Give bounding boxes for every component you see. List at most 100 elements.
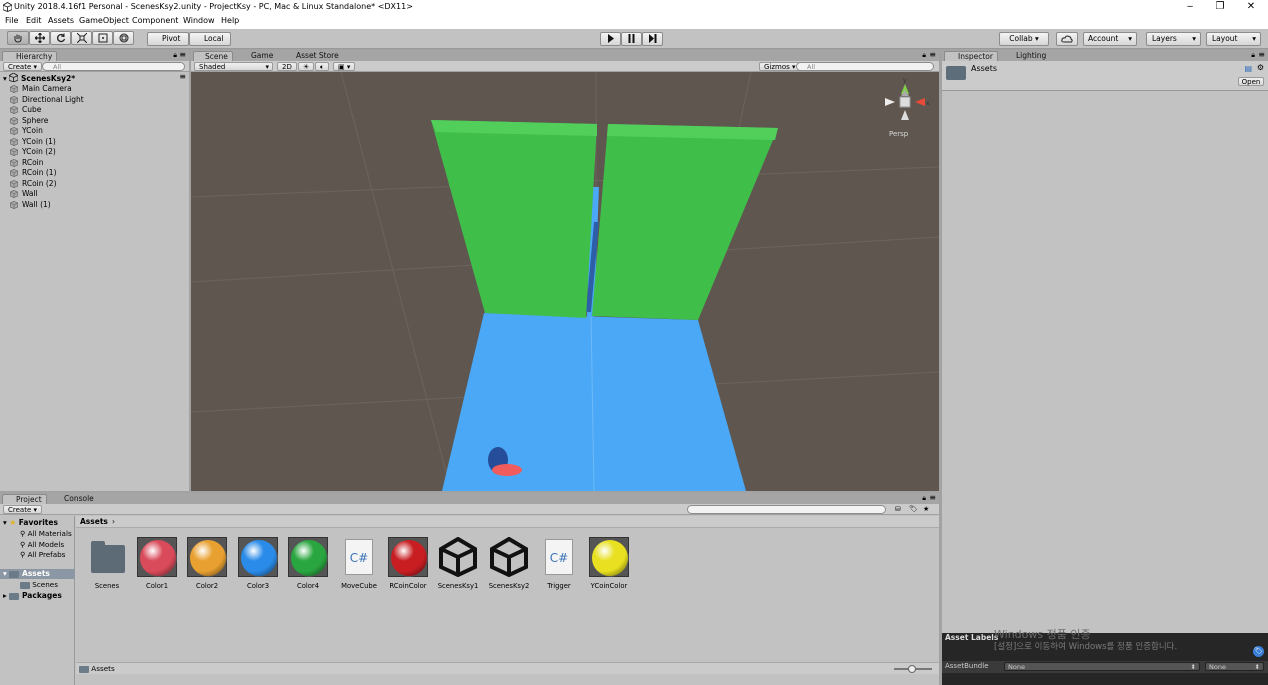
layout-dropdown[interactable]: Layout ▾: [1206, 32, 1261, 46]
hierarchy-item[interactable]: YCoin: [10, 126, 43, 136]
project-search-input[interactable]: [687, 505, 886, 514]
filter-by-label-icon[interactable]: 🏷︎: [909, 505, 918, 513]
asset-item[interactable]: Color3: [233, 537, 283, 590]
menu-gameobject[interactable]: GameObject: [79, 16, 129, 25]
scene-menu-icon[interactable]: ≡: [179, 72, 186, 81]
tab-inspector[interactable]: Inspector: [944, 51, 998, 61]
collab-button[interactable]: Collab ▾: [999, 32, 1049, 46]
orientation-gizmo[interactable]: y x Persp: [881, 76, 931, 140]
hierarchy-item[interactable]: Cube: [10, 105, 41, 115]
assets-node[interactable]: ▾ Assets: [0, 569, 75, 579]
persp-label[interactable]: Persp: [889, 130, 908, 138]
open-button[interactable]: Open: [1238, 77, 1264, 86]
transform-tool-button[interactable]: [113, 31, 134, 45]
asset-item[interactable]: Color2: [182, 537, 232, 590]
restore-button[interactable]: ❐: [1210, 1, 1230, 12]
tab-lighting[interactable]: Lighting: [1003, 51, 1050, 61]
assetbundle-variant-dropdown[interactable]: None ⬍: [1205, 662, 1264, 671]
asset-item[interactable]: ScenesKsy2: [484, 537, 534, 590]
hierarchy-item[interactable]: Main Camera: [10, 84, 72, 94]
panel-menu-icon[interactable]: ≡: [929, 493, 936, 502]
lock-icon[interactable]: 🔒︎: [173, 51, 177, 60]
hierarchy-item[interactable]: Wall (1): [10, 200, 51, 210]
project-create-button[interactable]: Create ▾: [3, 505, 43, 514]
triangle-down-icon[interactable]: ▾: [3, 74, 7, 83]
scale-tool-button[interactable]: [71, 31, 92, 45]
hierarchy-item[interactable]: RCoin (1): [10, 168, 57, 178]
lock-icon[interactable]: 🔒︎: [922, 494, 926, 503]
panel-menu-icon[interactable]: ≡: [929, 50, 936, 59]
cloud-button[interactable]: [1056, 32, 1078, 46]
move-tool-button[interactable]: [29, 31, 50, 45]
menu-help[interactable]: Help: [221, 16, 239, 25]
pivot-toggle[interactable]: Pivot: [147, 32, 189, 46]
hierarchy-item[interactable]: RCoin (2): [10, 179, 57, 189]
tab-project[interactable]: Project: [2, 494, 47, 504]
panel-menu-icon[interactable]: ≡: [179, 50, 186, 59]
favorite-all-prefabs[interactable]: ⚲ All Prefabs: [20, 550, 72, 561]
hierarchy-search-input[interactable]: All: [42, 62, 185, 71]
menu-edit[interactable]: Edit: [26, 16, 42, 25]
pause-button[interactable]: [621, 32, 642, 46]
asset-item[interactable]: Color4: [283, 537, 333, 590]
tab-hierarchy[interactable]: Hierarchy: [2, 51, 58, 61]
rect-tool-button[interactable]: [92, 31, 113, 45]
hierarchy-item[interactable]: Wall: [10, 189, 38, 199]
wall-right[interactable]: [592, 124, 778, 320]
scenes-node[interactable]: Scenes: [20, 580, 58, 589]
asset-item[interactable]: Color1: [132, 537, 182, 590]
hierarchy-item[interactable]: Sphere: [10, 116, 48, 126]
hierarchy-create-button[interactable]: Create ▾: [3, 62, 43, 71]
lighting-toggle[interactable]: ☀: [298, 62, 315, 71]
assetbundle-dropdown[interactable]: None ⬍: [1004, 662, 1200, 671]
help-book-icon[interactable]: ▤: [1244, 64, 1252, 73]
packages-node[interactable]: ▸ Packages: [3, 591, 62, 600]
lock-icon[interactable]: 🔒︎: [1251, 51, 1255, 60]
menu-component[interactable]: Component: [132, 16, 178, 25]
favorite-all-materials[interactable]: ⚲ All Materials: [20, 529, 72, 540]
scene-search-input[interactable]: All: [796, 62, 934, 71]
menu-assets[interactable]: Assets: [48, 16, 74, 25]
tab-game[interactable]: Game: [240, 51, 277, 61]
hand-tool-button[interactable]: [7, 31, 29, 45]
panel-menu-icon[interactable]: ≡: [1258, 50, 1265, 59]
gizmos-dropdown[interactable]: Gizmos ▾: [759, 62, 801, 71]
wall-left[interactable]: [431, 120, 597, 318]
gear-icon[interactable]: ⚙: [1257, 63, 1264, 72]
toggle-2d-button[interactable]: 2D: [277, 62, 297, 71]
account-dropdown[interactable]: Account ▾: [1083, 32, 1137, 46]
favorites-node[interactable]: ▾ ★ Favorites: [3, 518, 58, 527]
minimize-button[interactable]: ‒: [1180, 1, 1200, 12]
close-button[interactable]: ✕: [1241, 1, 1261, 12]
hierarchy-item[interactable]: Directional Light: [10, 95, 84, 105]
scene-root[interactable]: ▾ ScenesKsy2*: [3, 72, 75, 83]
asset-item[interactable]: YCoinColor: [584, 537, 634, 590]
favorite-star-icon[interactable]: ★: [923, 505, 929, 513]
step-button[interactable]: [642, 32, 663, 46]
asset-item[interactable]: Scenes: [82, 537, 132, 590]
rotate-tool-button[interactable]: [50, 31, 71, 45]
asset-item[interactable]: RCoinColor: [383, 537, 433, 590]
filter-by-type-icon[interactable]: ⛁: [895, 505, 901, 513]
slider-handle[interactable]: [908, 665, 916, 673]
shading-mode-dropdown[interactable]: Shaded ▾: [194, 62, 273, 71]
asset-item[interactable]: C# Trigger: [534, 537, 584, 590]
hierarchy-item[interactable]: RCoin: [10, 158, 44, 168]
hierarchy-item[interactable]: YCoin (1): [10, 137, 56, 147]
favorite-all-models[interactable]: ⚲ All Models: [20, 540, 72, 551]
asset-item[interactable]: ScenesKsy1: [433, 537, 483, 590]
local-toggle[interactable]: Local: [189, 32, 231, 46]
tab-scene[interactable]: Scene: [193, 51, 233, 61]
rcoin-object[interactable]: [492, 464, 522, 476]
tab-asset-store[interactable]: Asset Store: [284, 51, 343, 61]
layers-dropdown[interactable]: Layers ▾: [1146, 32, 1201, 46]
lock-icon[interactable]: 🔒︎: [922, 51, 926, 60]
effects-dropdown[interactable]: ▣ ▾: [333, 62, 356, 71]
hierarchy-item[interactable]: YCoin (2): [10, 147, 56, 157]
scene-viewport[interactable]: y x Persp: [191, 72, 939, 491]
play-button[interactable]: [600, 32, 621, 46]
asset-item[interactable]: C# MoveCube: [334, 537, 384, 590]
breadcrumb-assets[interactable]: Assets: [80, 517, 108, 526]
menu-file[interactable]: File: [5, 16, 18, 25]
menu-window[interactable]: Window: [183, 16, 215, 25]
